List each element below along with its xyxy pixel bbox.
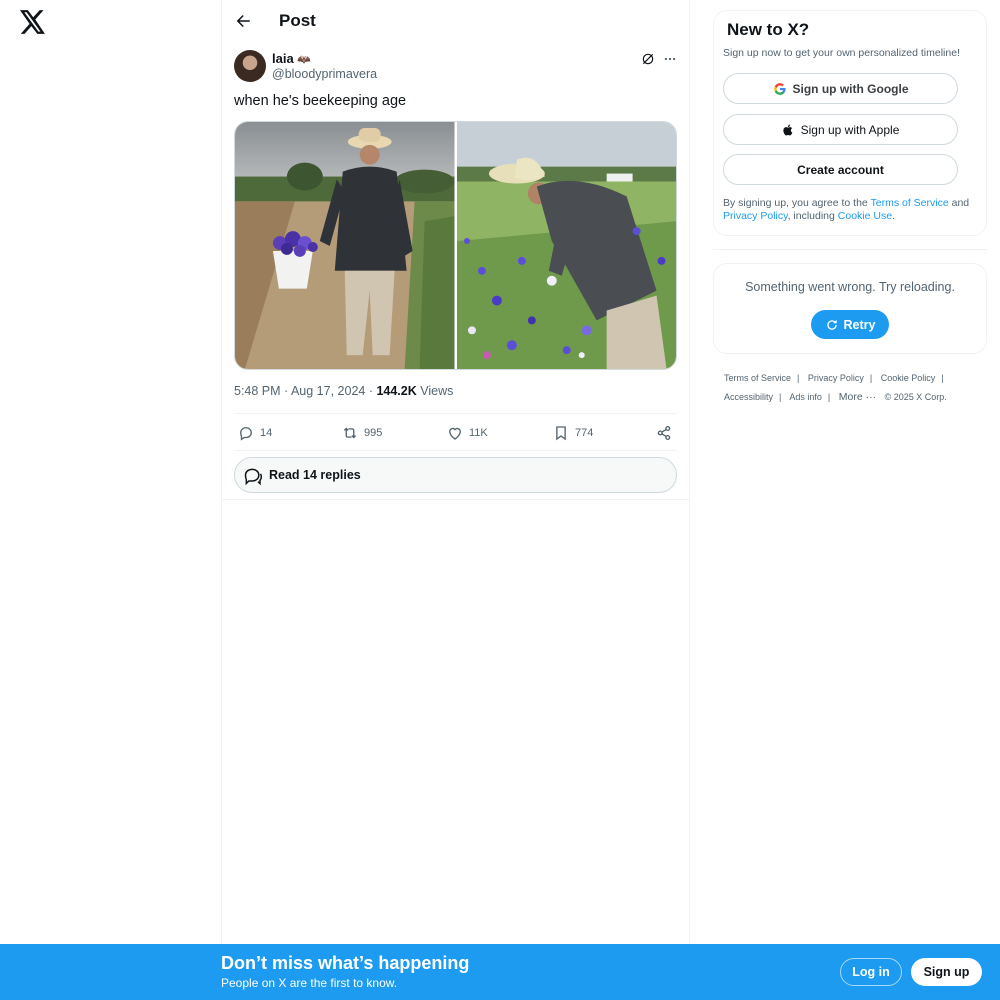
bookmark-count: 774 bbox=[575, 427, 594, 439]
post-photo-2[interactable] bbox=[456, 122, 676, 369]
legal-privacy-link[interactable]: Privacy Policy bbox=[723, 210, 788, 222]
divider bbox=[713, 249, 987, 250]
error-message: Something went wrong. Try reloading. bbox=[745, 280, 955, 294]
legal-tos-link[interactable]: Terms of Service bbox=[871, 197, 949, 209]
login-button[interactable]: Log in bbox=[840, 958, 902, 986]
post-photo-1[interactable] bbox=[235, 122, 455, 369]
signup-legal-text: By signing up, you agree to the Terms of… bbox=[723, 197, 981, 223]
google-icon bbox=[773, 82, 786, 95]
bottom-signup-bar: Don’t miss what’s happening People on X … bbox=[0, 944, 1000, 1000]
views-label: Views bbox=[416, 384, 454, 398]
footer-links: Terms of Service | Privacy Policy | Cookie… bbox=[724, 369, 994, 407]
separator: | bbox=[779, 392, 782, 402]
like-button[interactable]: 11K bbox=[446, 424, 488, 442]
separator: | bbox=[827, 392, 831, 402]
bookmark-icon bbox=[556, 426, 566, 441]
legal-text: By signing up, you agree to the bbox=[723, 197, 871, 209]
footer-cookie-link[interactable]: Cookie Policy bbox=[881, 373, 936, 383]
legal-cookie-link[interactable]: Cookie Use bbox=[838, 210, 892, 222]
signup-card: New to X? Sign up now to get your own pe… bbox=[713, 10, 987, 236]
refresh-icon bbox=[826, 319, 837, 330]
author-name[interactable]: laia bbox=[272, 51, 294, 66]
signup-title: New to X? bbox=[727, 20, 810, 39]
post-header: Post bbox=[222, 0, 691, 42]
footer-terms-link[interactable]: Terms of Service bbox=[724, 373, 791, 383]
page-title: Post bbox=[279, 11, 316, 30]
read-replies-label: Read 14 replies bbox=[269, 468, 361, 482]
bookmark-button[interactable]: 774 bbox=[552, 424, 593, 442]
back-arrow-icon[interactable] bbox=[234, 12, 252, 30]
footer-ads-link[interactable]: Ads info bbox=[789, 392, 822, 402]
read-replies-button[interactable]: Read 14 replies bbox=[234, 457, 677, 493]
divider bbox=[222, 499, 689, 500]
reply-icon bbox=[240, 427, 252, 441]
bottom-bar-title: Don’t miss what’s happening bbox=[221, 953, 470, 973]
footer-more-link[interactable]: More ··· bbox=[839, 391, 876, 403]
legal-text: . bbox=[892, 210, 895, 222]
repost-button[interactable]: 995 bbox=[341, 424, 382, 442]
post-actions: 14 995 11K 774 bbox=[234, 413, 677, 451]
footer-copyright: © 2025 X Corp. bbox=[884, 392, 947, 402]
share-icon bbox=[657, 425, 671, 441]
post-timestamp[interactable]: 5:48 PM · Aug 17, 2024 · bbox=[234, 384, 376, 398]
reply-button[interactable]: 14 bbox=[237, 424, 272, 442]
author-badge: 🦇 bbox=[297, 54, 311, 66]
create-account-button[interactable]: Create account bbox=[723, 154, 958, 185]
separator: | bbox=[797, 373, 800, 383]
retry-button[interactable]: Retry bbox=[811, 310, 889, 339]
post-meta: 5:48 PM · Aug 17, 2024 · 144.2K Views bbox=[234, 384, 453, 398]
signup-google-button[interactable]: Sign up with Google bbox=[723, 73, 958, 104]
like-icon bbox=[449, 427, 461, 440]
reply-count: 14 bbox=[260, 427, 273, 439]
views-count: 144.2K bbox=[376, 384, 417, 398]
main-column: Post laia 🦇 @bloodyprimavera when he's b… bbox=[221, 0, 690, 1000]
footer-accessibility-link[interactable]: Accessibility bbox=[724, 392, 773, 402]
signup-subtitle: Sign up now to get your own personalized… bbox=[723, 47, 960, 59]
share-button[interactable] bbox=[655, 424, 673, 442]
retry-label: Retry bbox=[843, 317, 876, 332]
signup-button[interactable]: Sign up bbox=[911, 958, 982, 986]
post-text: when he's beekeeping age bbox=[234, 93, 407, 109]
legal-text: and bbox=[948, 197, 970, 209]
avatar[interactable] bbox=[234, 50, 266, 82]
like-count: 11K bbox=[469, 427, 488, 439]
post-media bbox=[234, 121, 677, 370]
signup-google-label: Sign up with Google bbox=[792, 81, 909, 96]
error-card: Something went wrong. Try reloading. Ret… bbox=[713, 263, 987, 354]
author-handle[interactable]: @bloodyprimavera bbox=[272, 67, 377, 81]
repost-icon bbox=[343, 427, 357, 439]
apple-icon bbox=[782, 123, 792, 135]
signup-apple-label: Sign up with Apple bbox=[800, 122, 900, 137]
separator: | bbox=[941, 373, 944, 383]
signup-apple-button[interactable]: Sign up with Apple bbox=[723, 114, 958, 145]
replies-bubble-icon bbox=[244, 468, 263, 486]
x-logo-icon[interactable] bbox=[20, 10, 46, 34]
footer-privacy-link[interactable]: Privacy Policy bbox=[808, 373, 864, 383]
more-icon[interactable] bbox=[662, 52, 678, 66]
grok-icon[interactable] bbox=[641, 52, 655, 66]
bottom-bar-subtitle: People on X are the first to know. bbox=[221, 976, 398, 990]
legal-text: , including bbox=[787, 210, 838, 222]
separator: | bbox=[869, 373, 873, 383]
repost-count: 995 bbox=[364, 427, 383, 439]
